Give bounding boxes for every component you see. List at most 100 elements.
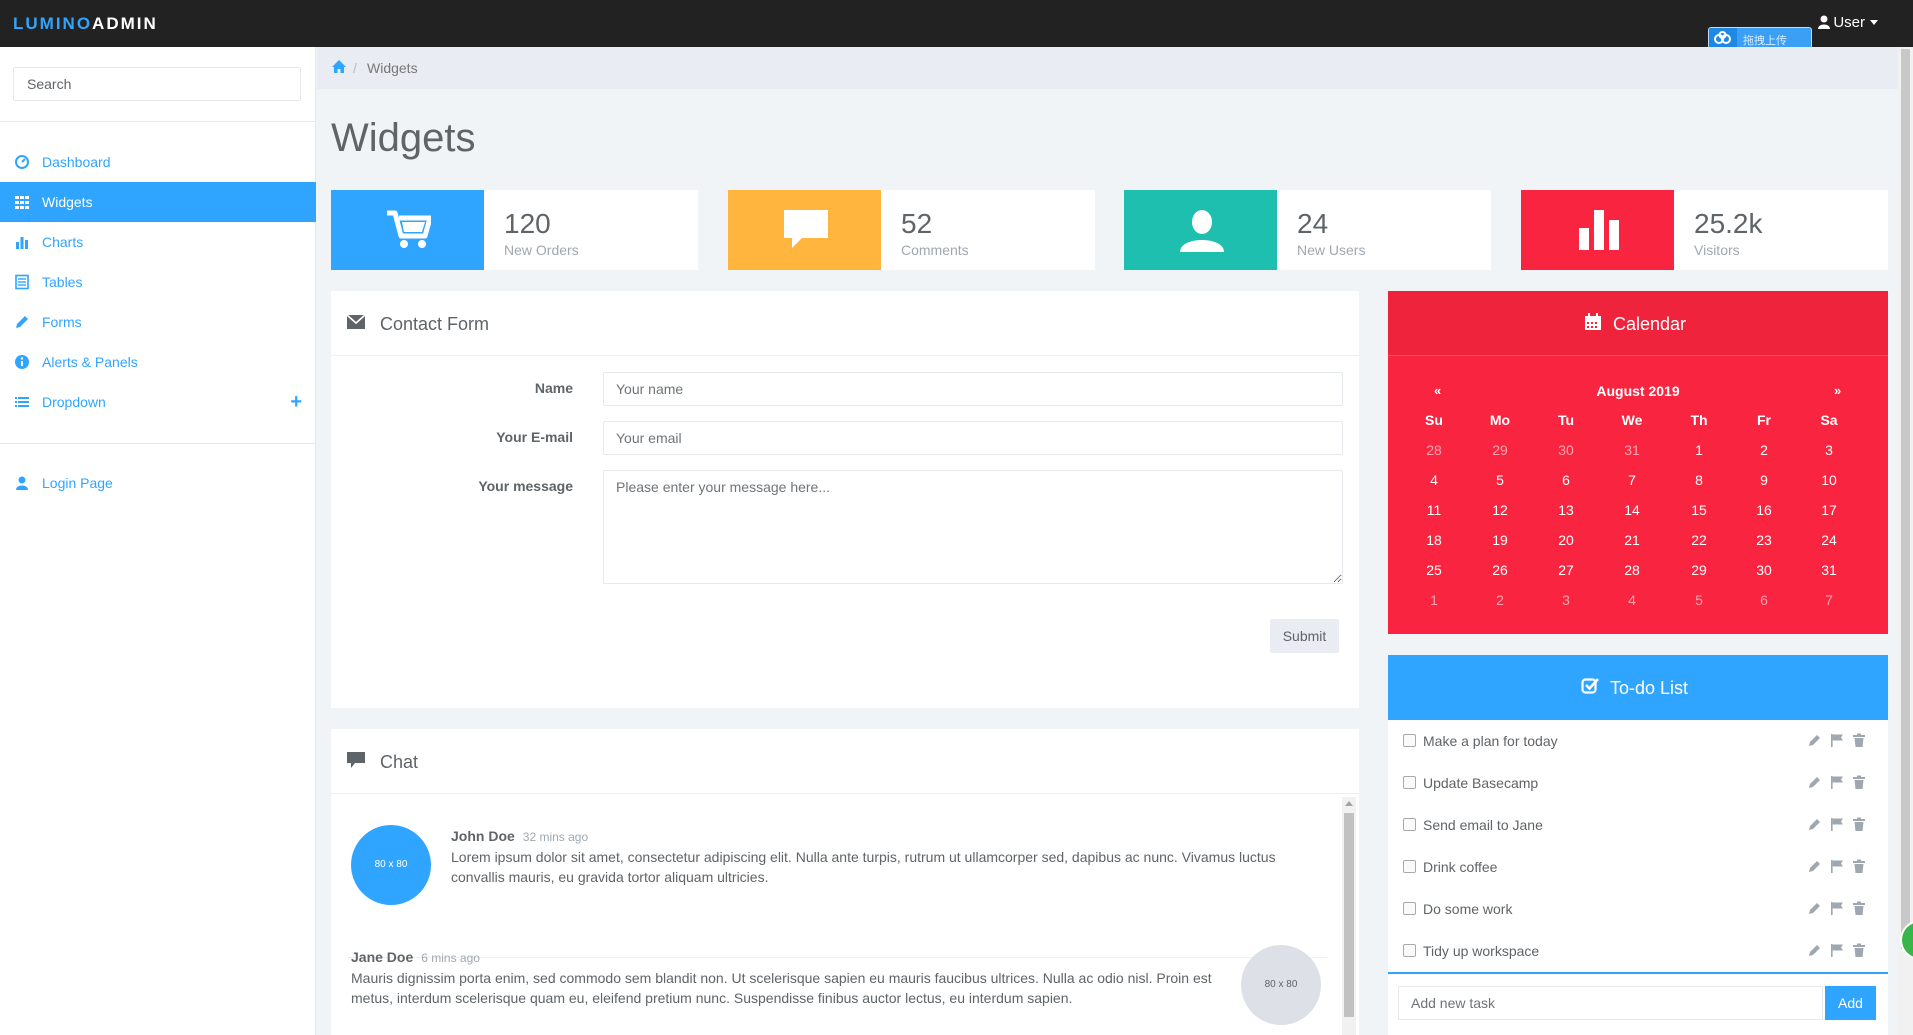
sidebar-item-alerts-panels[interactable]: Alerts & Panels — [0, 342, 316, 382]
trash-icon[interactable] — [1852, 817, 1866, 831]
trash-icon[interactable] — [1852, 859, 1866, 873]
calendar-day[interactable]: 11 — [1404, 502, 1464, 518]
pencil-icon[interactable] — [1808, 901, 1822, 915]
calendar-prev-button[interactable]: « — [1434, 383, 1441, 398]
calendar-day[interactable]: 5 — [1470, 472, 1530, 488]
trash-icon[interactable] — [1852, 775, 1866, 789]
user-menu[interactable]: User — [1818, 14, 1878, 31]
flag-icon[interactable] — [1830, 859, 1844, 873]
todo-checkbox[interactable] — [1403, 734, 1416, 747]
stat-value: 52 — [901, 208, 933, 239]
divider — [0, 443, 316, 444]
flag-icon[interactable] — [1830, 733, 1844, 747]
flag-icon[interactable] — [1830, 775, 1844, 789]
calendar-day[interactable]: 15 — [1669, 502, 1729, 518]
pencil-icon[interactable] — [1808, 859, 1822, 873]
calendar-day[interactable]: 16 — [1734, 502, 1794, 518]
todo-checkbox[interactable] — [1403, 944, 1416, 957]
name-field[interactable] — [603, 372, 1343, 406]
flag-icon[interactable] — [1830, 817, 1844, 831]
todo-checkbox[interactable] — [1403, 902, 1416, 915]
trash-icon[interactable] — [1852, 733, 1866, 747]
sidebar-item-tables[interactable]: Tables — [0, 262, 316, 302]
todo-checkbox[interactable] — [1403, 818, 1416, 831]
calendar-day[interactable]: 14 — [1602, 502, 1662, 518]
calendar-day[interactable]: 23 — [1734, 532, 1794, 548]
sidebar-item-forms[interactable]: Forms — [0, 302, 316, 342]
calendar-day[interactable]: 25 — [1404, 562, 1464, 578]
calendar-day[interactable]: 3 — [1799, 442, 1859, 458]
trash-icon[interactable] — [1852, 901, 1866, 915]
scroll-up-arrow[interactable] — [1345, 801, 1353, 806]
calendar-day[interactable]: 20 — [1536, 532, 1596, 548]
plus-icon[interactable]: + — [290, 391, 302, 414]
sidebar-item-login[interactable]: Login Page — [0, 463, 316, 503]
todo-checkbox[interactable] — [1403, 776, 1416, 789]
calendar-day[interactable]: 2 — [1734, 442, 1794, 458]
calendar-day[interactable]: 19 — [1470, 532, 1530, 548]
calendar-day[interactable]: 29 — [1669, 562, 1729, 578]
calendar-day[interactable]: 3 — [1536, 592, 1596, 608]
calendar-day[interactable]: 2 — [1470, 592, 1530, 608]
calendar-day[interactable]: 17 — [1799, 502, 1859, 518]
calendar-day[interactable]: 24 — [1799, 532, 1859, 548]
search-input[interactable] — [13, 67, 301, 101]
sidebar-item-widgets[interactable]: Widgets — [0, 182, 316, 222]
email-field[interactable] — [603, 421, 1343, 455]
calendar-day[interactable]: 28 — [1602, 562, 1662, 578]
sidebar-item-charts[interactable]: Charts — [0, 222, 316, 262]
caret-down-icon — [1870, 20, 1878, 25]
trash-icon[interactable] — [1852, 943, 1866, 957]
upload-widget[interactable]: 拖拽上传 — [1708, 27, 1812, 49]
sidebar-item-dashboard[interactable]: Dashboard — [0, 142, 316, 182]
calendar-day[interactable]: 13 — [1536, 502, 1596, 518]
calendar-month[interactable]: August 2019 — [1573, 383, 1703, 399]
calendar-day[interactable]: 28 — [1404, 442, 1464, 458]
pencil-icon[interactable] — [1808, 943, 1822, 957]
calendar-day[interactable]: 4 — [1404, 472, 1464, 488]
scroll-thumb[interactable] — [1901, 49, 1910, 949]
pencil-icon[interactable] — [1808, 817, 1822, 831]
submit-button[interactable]: Submit — [1270, 619, 1339, 653]
message-field[interactable] — [603, 470, 1343, 584]
calendar-day[interactable]: 7 — [1602, 472, 1662, 488]
pencil-icon[interactable] — [1808, 775, 1822, 789]
calendar-day[interactable]: 30 — [1536, 442, 1596, 458]
calendar-day[interactable]: 21 — [1602, 532, 1662, 548]
calendar-day[interactable]: 31 — [1602, 442, 1662, 458]
calendar-day[interactable]: 30 — [1734, 562, 1794, 578]
todo-checkbox[interactable] — [1403, 860, 1416, 873]
calendar-panel: Calendar « August 2019 » Su Mo Tu We Th Fr Sa 2… — [1388, 291, 1888, 634]
chat-scrollbar[interactable] — [1342, 797, 1356, 1035]
calendar-day[interactable]: 4 — [1602, 592, 1662, 608]
calendar-day[interactable]: 18 — [1404, 532, 1464, 548]
calendar-day[interactable]: 12 — [1470, 502, 1530, 518]
calendar-day[interactable]: 9 — [1734, 472, 1794, 488]
brand-logo[interactable]: LUMINOADMIN — [13, 14, 158, 34]
add-task-button[interactable]: Add — [1825, 986, 1876, 1020]
calendar-day[interactable]: 1 — [1404, 592, 1464, 608]
calendar-day[interactable]: 5 — [1669, 592, 1729, 608]
calendar-day[interactable]: 26 — [1470, 562, 1530, 578]
stat-icon-box — [1124, 190, 1277, 270]
scroll-thumb[interactable] — [1344, 813, 1354, 1017]
new-task-input[interactable] — [1398, 986, 1823, 1020]
flag-icon[interactable] — [1830, 943, 1844, 957]
pencil-icon[interactable] — [1808, 733, 1822, 747]
page-scrollbar[interactable] — [1898, 47, 1913, 1035]
flag-icon[interactable] — [1830, 901, 1844, 915]
calendar-day[interactable]: 27 — [1536, 562, 1596, 578]
calendar-day[interactable]: 1 — [1669, 442, 1729, 458]
calendar-day[interactable]: 22 — [1669, 532, 1729, 548]
calendar-day[interactable]: 31 — [1799, 562, 1859, 578]
stat-icon-box — [331, 190, 484, 270]
calendar-day[interactable]: 6 — [1734, 592, 1794, 608]
home-icon[interactable] — [331, 59, 347, 74]
calendar-day[interactable]: 6 — [1536, 472, 1596, 488]
calendar-day[interactable]: 7 — [1799, 592, 1859, 608]
calendar-day[interactable]: 10 — [1799, 472, 1859, 488]
calendar-day[interactable]: 29 — [1470, 442, 1530, 458]
sidebar-item-dropdown[interactable]: Dropdown + — [0, 382, 316, 422]
calendar-day[interactable]: 8 — [1669, 472, 1729, 488]
calendar-next-button[interactable]: » — [1834, 383, 1841, 398]
